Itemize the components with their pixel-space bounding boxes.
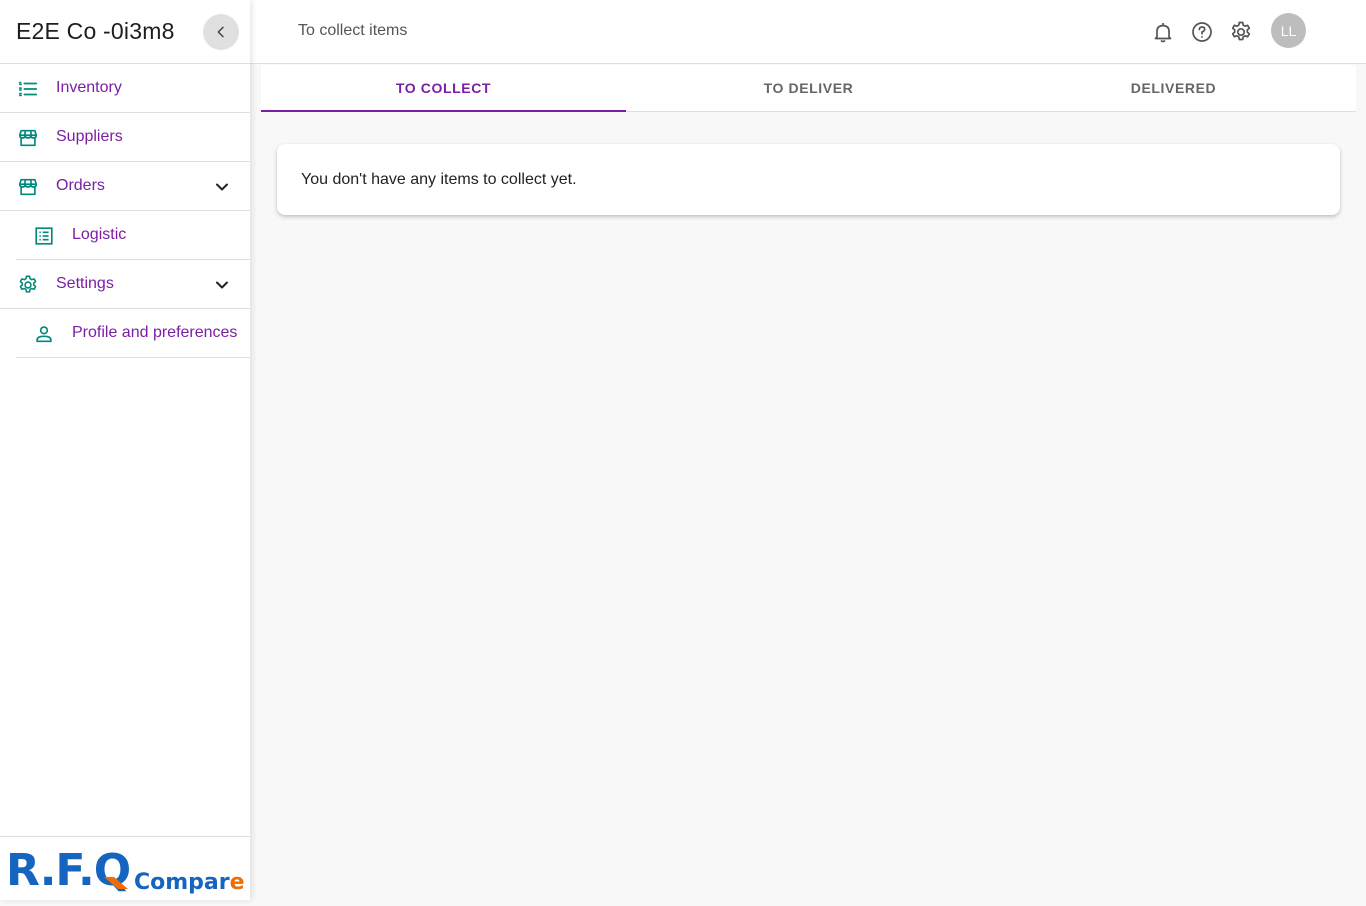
svg-text:R.F.Q: R.F.Q xyxy=(6,845,130,896)
empty-state-message: You don't have any items to collect yet. xyxy=(301,171,577,189)
tab-delivered[interactable]: DELIVERED xyxy=(991,65,1356,111)
tab-label: TO COLLECT xyxy=(396,80,491,96)
tab-label: DELIVERED xyxy=(1131,80,1217,96)
sidebar-item-settings[interactable]: Settings xyxy=(0,260,250,309)
sidebar: E2E Co -0i3m8 Inventory Suppliers xyxy=(0,0,250,900)
tab-bar: TO COLLECT TO DELIVER DELIVERED xyxy=(261,65,1356,112)
rfq-compare-logo-graphic: R.F.Q Compare xyxy=(0,837,250,901)
bell-icon[interactable] xyxy=(1151,20,1175,44)
avatar-initials: LL xyxy=(1281,23,1297,39)
sidebar-item-inventory[interactable]: Inventory xyxy=(0,64,250,113)
receipt-list-icon xyxy=(33,225,55,247)
chevron-down-icon[interactable] xyxy=(212,177,232,197)
page-title: To collect items xyxy=(298,22,407,40)
sidebar-item-suppliers[interactable]: Suppliers xyxy=(0,113,250,162)
sidebar-item-label: Orders xyxy=(56,177,105,195)
avatar[interactable]: LL xyxy=(1271,13,1306,48)
storefront-icon xyxy=(17,176,39,198)
sidebar-item-label: Profile and preferences xyxy=(72,324,237,342)
rfq-compare-logo: R.F.Q Compare xyxy=(0,836,250,900)
sidebar-item-label: Suppliers xyxy=(56,128,123,146)
sidebar-header: E2E Co -0i3m8 xyxy=(0,0,250,64)
gear-icon xyxy=(17,274,39,296)
top-app-bar: To collect items LL xyxy=(250,0,1366,64)
sidebar-item-label: Settings xyxy=(56,275,114,293)
sidebar-item-label: Logistic xyxy=(72,226,126,244)
sidebar-item-label: Inventory xyxy=(56,79,122,97)
svg-text:Compare: Compare xyxy=(134,870,245,895)
person-icon xyxy=(33,323,55,345)
list-icon xyxy=(17,78,39,100)
sidebar-item-profile-and-preferences[interactable]: Profile and preferences xyxy=(16,309,250,358)
chevron-left-icon xyxy=(213,24,229,40)
help-icon[interactable] xyxy=(1190,20,1214,44)
sidebar-item-orders[interactable]: Orders xyxy=(0,162,250,211)
chevron-down-icon[interactable] xyxy=(212,275,232,295)
gear-icon[interactable] xyxy=(1229,20,1253,44)
tab-to-collect[interactable]: TO COLLECT xyxy=(261,65,626,111)
tab-to-deliver[interactable]: TO DELIVER xyxy=(626,65,991,111)
storefront-icon xyxy=(17,127,39,149)
sidebar-item-logistic[interactable]: Logistic xyxy=(16,211,250,260)
tab-label: TO DELIVER xyxy=(764,80,854,96)
empty-state-card: You don't have any items to collect yet. xyxy=(277,144,1340,215)
collapse-sidebar-button[interactable] xyxy=(203,14,239,50)
company-name: E2E Co -0i3m8 xyxy=(16,18,175,45)
